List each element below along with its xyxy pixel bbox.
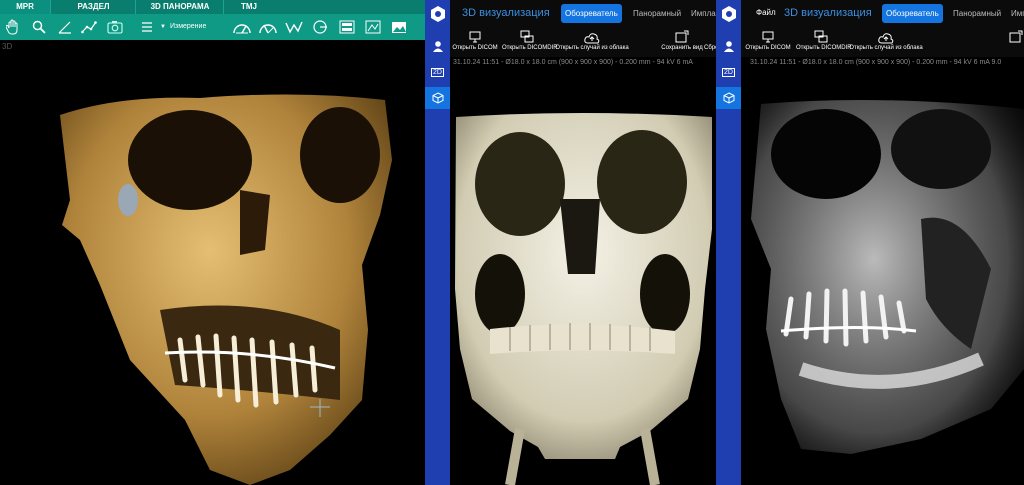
image-compare-icon[interactable] xyxy=(364,17,382,37)
skull-3d-render-xray xyxy=(751,100,1024,454)
cloud-upload-icon xyxy=(555,28,629,44)
skull-3d-render-white xyxy=(455,113,712,485)
tab-implant[interactable]: Импла xyxy=(687,4,720,23)
open-dicomdir-label-right: Открыть DICOMDIR xyxy=(796,45,852,51)
camera-icon[interactable] xyxy=(106,17,124,37)
volume-render-right[interactable] xyxy=(741,69,1024,485)
save-view-button-right[interactable] xyxy=(1008,28,1024,57)
tab-browser[interactable]: Обозреватель xyxy=(561,4,622,23)
chevron-down-icon: ▼ xyxy=(160,24,166,30)
header-right: Файл 3D визуализация Обозреватель Панора… xyxy=(741,0,1024,28)
curve-tool-icon[interactable] xyxy=(80,17,98,37)
save-view-icon-right xyxy=(1008,28,1024,44)
cloud-upload-icon-right xyxy=(849,28,923,44)
measure-dropdown[interactable]: ▼ Измерение xyxy=(160,17,240,37)
open-cloud-button-right[interactable]: Открыть случай из облака xyxy=(849,28,923,57)
save-view-icon xyxy=(660,28,704,44)
line-profile-icon[interactable] xyxy=(285,17,303,37)
image-rows-icon[interactable] xyxy=(338,17,356,37)
open-dicom-label: Открыть DICOM xyxy=(452,45,498,51)
gallery-icon[interactable] xyxy=(390,17,408,37)
scan-info-right: 31.10.24 11:51 - Ø18.0 x 18.0 cm (900 x … xyxy=(750,57,1024,69)
scan-info-center: 31.10.24 11:51 - Ø18.0 x 18.0 cm (900 x … xyxy=(453,57,716,69)
file-menu[interactable]: Файл xyxy=(756,8,776,17)
reset-icon xyxy=(704,28,716,44)
sidebar-center: 2D xyxy=(425,0,450,485)
mpr-viewer-panel: MPR РАЗДЕЛ 3D ПАНОРАМА TMJ ▼ Измерение 3… xyxy=(0,0,425,485)
app-title: 3D визуализация xyxy=(462,7,550,19)
measure-dropdown-label: Измерение xyxy=(169,23,207,30)
header-center: 3D визуализация Обозреватель Панорамный … xyxy=(450,0,716,28)
open-cloud-label-right: Открыть случай из облака xyxy=(849,45,923,51)
tab-panoramic[interactable]: Панорамный xyxy=(629,4,685,23)
app-logo-icon xyxy=(425,3,450,25)
open-dicomdir-label: Открыть DICOMDIR xyxy=(502,45,558,51)
save-view-label: Сохранить вид xyxy=(661,45,703,51)
mpr-tab-bar: MPR РАЗДЕЛ 3D ПАНОРАМА TMJ xyxy=(0,0,425,14)
open-dicom-button[interactable]: Открыть DICOM xyxy=(452,28,498,57)
app-logo-icon-right xyxy=(716,3,741,25)
sidebar-2d-label: 2D xyxy=(431,67,444,77)
tab-section[interactable]: РАЗДЕЛ xyxy=(50,0,136,14)
3d-cube-icon[interactable] xyxy=(425,87,450,109)
zoom-icon[interactable] xyxy=(30,17,48,37)
gauge-icon[interactable] xyxy=(259,17,277,37)
open-dicom-icon-right xyxy=(745,28,791,44)
reset-label: Сброс xyxy=(704,45,716,51)
open-dicomdir-button[interactable]: Открыть DICOMDIR xyxy=(502,28,558,57)
tab-mpr[interactable]: MPR xyxy=(0,0,50,14)
sidebar-2d-label-right: 2D xyxy=(722,67,735,77)
density-measure-icon[interactable] xyxy=(233,17,251,37)
user-icon-right[interactable] xyxy=(716,35,741,57)
sidebar-right: 2D xyxy=(716,0,741,485)
tab-3d-panorama[interactable]: 3D ПАНОРАМА xyxy=(135,0,224,14)
volume-render-center[interactable] xyxy=(450,69,716,485)
tab-panoramic-right[interactable]: Панорамный xyxy=(949,4,1005,23)
open-dicom-icon xyxy=(452,28,498,44)
user-icon[interactable] xyxy=(425,35,450,57)
3d-cube-icon-right[interactable] xyxy=(716,87,741,109)
angle-icon[interactable] xyxy=(56,17,74,37)
open-dicom-label-right: Открыть DICOM xyxy=(745,45,791,51)
open-dicom-button-right[interactable]: Открыть DICOM xyxy=(745,28,791,57)
tab-tmj[interactable]: TMJ xyxy=(223,0,274,14)
app-title-right: 3D визуализация xyxy=(784,7,872,19)
skull-3d-render-golden[interactable] xyxy=(0,40,425,485)
open-dicomdir-icon-right xyxy=(796,28,846,44)
sidebar-2d-button[interactable]: 2D xyxy=(425,61,450,83)
open-cloud-label: Открыть случай из облака xyxy=(555,45,629,51)
tab-implant-right[interactable]: Импла xyxy=(1007,4,1024,23)
open-dicomdir-icon xyxy=(502,28,552,44)
save-view-button[interactable]: Сохранить вид xyxy=(660,28,704,57)
annotation-icon[interactable] xyxy=(311,17,329,37)
open-dicomdir-button-right[interactable]: Открыть DICOMDIR xyxy=(796,28,852,57)
list-icon[interactable] xyxy=(138,17,156,37)
pan-hand-icon[interactable] xyxy=(4,17,22,37)
open-cloud-button[interactable]: Открыть случай из облака xyxy=(555,28,629,57)
sidebar-2d-button-right[interactable]: 2D xyxy=(716,61,741,83)
reset-button[interactable]: Сброс xyxy=(704,28,716,57)
tab-browser-right[interactable]: Обозреватель xyxy=(882,4,943,23)
